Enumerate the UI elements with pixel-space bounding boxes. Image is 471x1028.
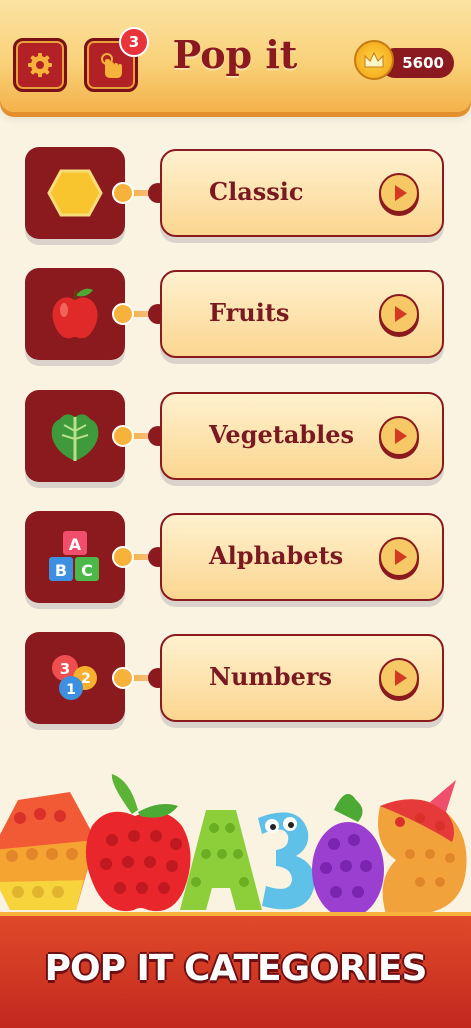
category-card-numbers[interactable]: Numbers: [160, 634, 444, 722]
category-card-classic[interactable]: Classic: [160, 149, 444, 237]
page-title: Pop it: [172, 32, 298, 77]
play-button[interactable]: [379, 658, 419, 698]
crown-coin-icon: [354, 40, 394, 80]
play-icon: [394, 549, 407, 565]
category-row-numbers[interactable]: 3 2 1 Numbers: [0, 632, 471, 732]
connector-dot: [112, 546, 134, 568]
play-button[interactable]: [379, 173, 419, 213]
category-row-vegetables[interactable]: Vegetables: [0, 390, 471, 490]
svg-text:A: A: [69, 535, 82, 554]
category-card-vegetables[interactable]: Vegetables: [160, 392, 444, 480]
svg-text:C: C: [81, 561, 93, 580]
connector-dot: [112, 667, 134, 689]
category-tile-classic[interactable]: [25, 147, 125, 239]
abc-blocks-icon: A B C: [49, 531, 99, 581]
play-button[interactable]: [379, 537, 419, 577]
play-icon: [394, 306, 407, 322]
connector-dot: [112, 425, 134, 447]
category-card-fruits[interactable]: Fruits: [160, 270, 444, 358]
connector-dot: [112, 303, 134, 325]
category-tile-numbers[interactable]: 3 2 1: [25, 632, 125, 724]
category-row-alphabets[interactable]: A B C Alphabets: [0, 511, 471, 611]
svg-text:2: 2: [81, 671, 91, 687]
category-label: Numbers: [209, 662, 332, 691]
coin-counter: 5600: [354, 40, 456, 80]
category-label: Vegetables: [209, 420, 355, 449]
lettuce-icon: [51, 414, 99, 461]
category-row-classic[interactable]: Classic: [0, 147, 471, 247]
number-bubbles-icon: 3 2 1: [52, 655, 97, 700]
gear-icon: [28, 53, 52, 77]
play-icon: [394, 670, 407, 686]
play-icon: [394, 428, 407, 444]
hexagon-icon: [47, 169, 103, 217]
svg-text:3: 3: [60, 660, 70, 678]
tap-hand-icon: [101, 53, 122, 78]
connector-dot: [112, 182, 134, 204]
play-button[interactable]: [379, 416, 419, 456]
category-label: Alphabets: [209, 541, 344, 570]
hint-button[interactable]: 3: [84, 27, 149, 92]
notification-badge: 3: [119, 27, 149, 57]
category-tile-fruits[interactable]: [25, 268, 125, 360]
footer-banner-title: POP IT CATEGORIES: [44, 948, 428, 989]
apple-icon: [52, 288, 98, 339]
category-card-alphabets[interactable]: Alphabets: [160, 513, 444, 601]
category-row-fruits[interactable]: Fruits: [0, 268, 471, 368]
category-tile-vegetables[interactable]: [25, 390, 125, 482]
pop-it-toys-illustration: [0, 774, 467, 918]
svg-text:1: 1: [66, 682, 76, 698]
svg-text:B: B: [55, 561, 67, 580]
play-icon: [394, 185, 407, 201]
top-bar: 3 Pop it 5600: [0, 0, 471, 112]
category-label: Classic: [209, 177, 304, 206]
category-label: Fruits: [209, 298, 290, 327]
category-tile-alphabets[interactable]: A B C: [25, 511, 125, 603]
settings-button[interactable]: [13, 38, 67, 92]
play-button[interactable]: [379, 294, 419, 334]
